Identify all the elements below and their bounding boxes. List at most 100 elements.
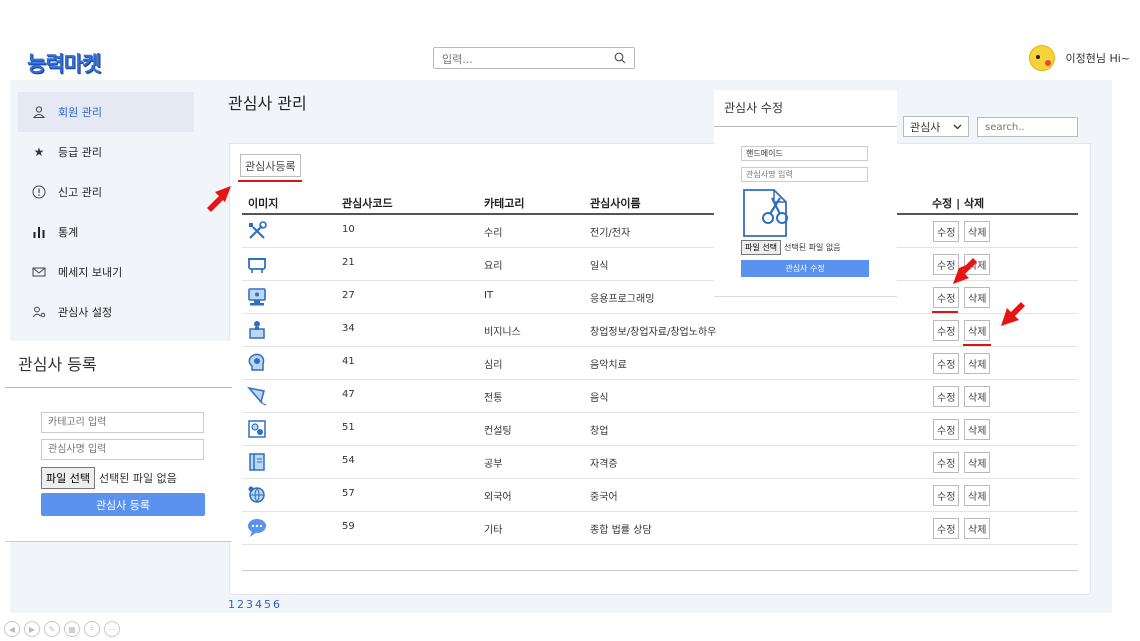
row-category: IT	[484, 290, 494, 301]
page-title: 관심사 관리	[228, 94, 307, 113]
register-interest-button[interactable]: 관심사등록	[240, 154, 301, 177]
row-code: 51	[342, 422, 355, 433]
chevron-down-icon	[953, 124, 962, 129]
sidebar-item-members[interactable]: 회원 관리	[18, 92, 194, 132]
alert-circle-icon	[32, 185, 46, 199]
top-search-input[interactable]	[434, 50, 604, 69]
row-name: 자격증	[590, 459, 618, 470]
sidebar-item-interest-settings[interactable]: 관심사 설정	[18, 292, 194, 332]
page-link[interactable]: 4	[255, 598, 262, 611]
page-link[interactable]: 2	[237, 598, 244, 611]
table-row: 57 외국어 중국어 수정 삭제	[242, 479, 1078, 512]
table-row: 41 심리 음악치료 수정 삭제	[242, 347, 1078, 380]
row-name: 음식	[590, 393, 609, 404]
page-link[interactable]: 1	[228, 598, 235, 611]
zoom-icon[interactable]: ⌕	[84, 621, 100, 637]
sidebar-item-label: 등급 관리	[58, 146, 102, 159]
row-name: 창업정보/창업자료/창업노하우	[590, 327, 717, 338]
delete-button[interactable]: 삭제	[964, 485, 991, 506]
page-link[interactable]: 3	[246, 598, 253, 611]
kite-icon	[247, 386, 267, 406]
row-category: 외국어	[484, 492, 512, 503]
row-category: 수리	[484, 228, 503, 239]
tools-icon	[249, 221, 267, 239]
business-icon	[249, 321, 265, 339]
edit-category-input[interactable]	[741, 146, 868, 161]
register-file-status: 선택된 파일 없음	[98, 472, 177, 485]
mail-icon	[32, 267, 46, 277]
delete-button[interactable]: 삭제	[964, 320, 991, 341]
edit-button[interactable]: 수정	[933, 320, 960, 341]
delete-button[interactable]: 삭제	[964, 221, 991, 242]
page-link[interactable]: 6	[273, 598, 280, 611]
filter-search-input[interactable]	[977, 117, 1078, 137]
delete-button[interactable]: 삭제	[964, 452, 991, 473]
sidebar-item-statistics[interactable]: 통계	[18, 212, 194, 252]
row-category: 컨설팅	[484, 426, 512, 437]
row-code: 47	[342, 389, 355, 400]
delete-button[interactable]: 삭제	[964, 353, 991, 374]
table-header: 이미지 관심사코드 카테고리 관심사이름 수정 | 삭제	[242, 191, 1078, 215]
edit-button[interactable]: 수정	[933, 353, 960, 374]
slides-grid-icon[interactable]: ▦	[64, 621, 80, 637]
edit-button[interactable]: 수정	[933, 419, 960, 440]
edit-submit-button[interactable]: 관심사 수정	[741, 260, 869, 277]
user-greeting: 이정현님 Hi~	[1065, 52, 1130, 65]
sidebar-item-grades[interactable]: ★ 등급 관리	[18, 132, 194, 172]
more-options-icon[interactable]: ⋯	[104, 621, 120, 637]
edit-popup-divider	[714, 126, 897, 127]
user-area: 이정현님 Hi~	[1029, 45, 1130, 71]
row-name: 전기/전자	[590, 228, 631, 239]
row-code: 59	[342, 521, 355, 532]
next-slide-icon[interactable]: ▶	[24, 621, 40, 637]
sidebar: 회원 관리 ★ 등급 관리 신고 관리 통계 메세지 보내기 관심사 설정	[18, 92, 194, 332]
row-code: 21	[342, 257, 355, 268]
edit-button[interactable]: 수정	[933, 485, 960, 506]
delete-button[interactable]: 삭제	[964, 518, 991, 539]
edit-button[interactable]: 수정	[933, 221, 960, 242]
register-name-input[interactable]	[41, 439, 204, 460]
row-code: 41	[342, 356, 355, 367]
page-link[interactable]: 5	[264, 598, 271, 611]
sidebar-item-label: 회원 관리	[58, 106, 102, 119]
column-header-category: 카테고리	[484, 197, 525, 210]
column-header-image: 이미지	[248, 197, 279, 210]
column-header-actions: 수정 | 삭제	[932, 197, 985, 210]
edit-button[interactable]: 수정	[933, 518, 960, 539]
delete-button[interactable]: 삭제	[964, 419, 991, 440]
filter-select[interactable]: 관심사	[903, 116, 969, 137]
delete-button[interactable]: 삭제	[964, 386, 991, 407]
search-icon[interactable]	[614, 52, 626, 64]
avatar[interactable]	[1029, 45, 1056, 71]
logo[interactable]: 능력마켓	[27, 48, 101, 78]
sidebar-item-messages[interactable]: 메세지 보내기	[18, 252, 194, 292]
register-category-input[interactable]	[41, 412, 204, 433]
edit-file-button[interactable]: 파일 선택	[741, 240, 781, 255]
previous-slide-icon[interactable]: ◀	[4, 621, 20, 637]
register-interest-popup: 관심사 등록 파일 선택 선택된 파일 없음 관심사 등록	[5, 341, 232, 542]
edit-popup-title: 관심사 수정	[724, 101, 784, 115]
star-icon: ★	[33, 145, 45, 159]
pen-icon[interactable]: ✎	[44, 621, 60, 637]
annotation-arrow-icon	[207, 186, 231, 212]
scissors-document-icon	[743, 189, 788, 237]
page: 능력마켓 이정현님 Hi~ 회원 관리 ★ 등급 관리 신고 관리	[0, 0, 1140, 641]
annotation-arrow-icon	[953, 258, 977, 284]
register-submit-button[interactable]: 관심사 등록	[41, 493, 205, 516]
edit-button[interactable]: 수정	[933, 287, 960, 308]
row-category: 공부	[484, 459, 503, 470]
row-code: 57	[342, 488, 355, 499]
row-name: 음악치료	[590, 360, 627, 371]
edit-button[interactable]: 수정	[933, 386, 960, 407]
register-underline-annotation	[238, 180, 302, 182]
edit-button[interactable]: 수정	[933, 452, 960, 473]
delete-underline-annotation	[963, 344, 991, 346]
filter-select-value: 관심사	[910, 120, 941, 134]
presentation-controls: ◀ ▶ ✎ ▦ ⌕ ⋯	[4, 621, 120, 637]
delete-button[interactable]: 삭제	[964, 287, 991, 308]
edit-name-input[interactable]	[741, 167, 868, 182]
sidebar-item-reports[interactable]: 신고 관리	[18, 172, 194, 212]
user-settings-icon	[32, 306, 46, 318]
register-popup-divider	[5, 387, 232, 388]
register-file-button[interactable]: 파일 선택	[41, 467, 95, 489]
